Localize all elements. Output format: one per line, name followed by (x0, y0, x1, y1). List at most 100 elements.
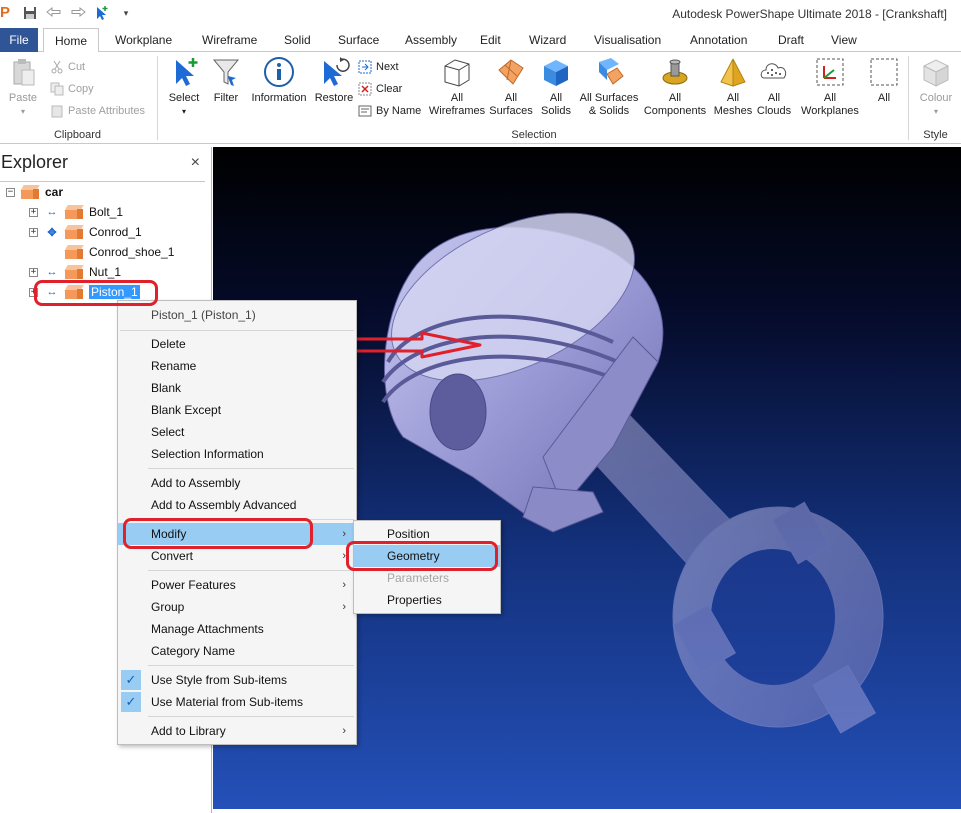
menu-item-label: Power Features (151, 578, 236, 592)
ribbon: Paste ▾ Cut Copy Paste Attributes Clipbo… (0, 52, 961, 144)
tab-wizard[interactable]: Wizard (519, 28, 576, 52)
expand-icon[interactable]: + (29, 207, 38, 217)
assembly-cube-icon (20, 185, 40, 199)
title-bar: P ▾ Autodesk PowerShape Ultimate 2018 - … (0, 0, 961, 28)
all-solids-label-1: All (549, 92, 563, 104)
all-components-button[interactable]: All Components (640, 56, 710, 118)
all-wireframes-label-1: All (450, 92, 464, 104)
workplane-icon (814, 56, 846, 88)
tree-item-conrod-shoe[interactable]: Conrod_shoe_1 (64, 242, 174, 262)
all-button[interactable]: All (866, 56, 902, 105)
all-meshes-button[interactable]: All Meshes (711, 56, 755, 118)
all-surfaces-solids-button[interactable]: All Surfaces & Solids (576, 56, 642, 118)
component-icon (659, 56, 691, 88)
customize-qat-icon[interactable]: ▾ (118, 5, 134, 21)
information-label: Information (251, 92, 307, 104)
divider (148, 665, 354, 666)
menu-item-blank-except[interactable]: Blank Except (118, 399, 356, 421)
menu-item-add-to-library[interactable]: Add to Library › (118, 720, 356, 742)
paste-dropdown-icon[interactable]: ▾ (4, 105, 42, 118)
select-label: Select (168, 92, 200, 104)
next-button[interactable]: Next (358, 58, 399, 76)
information-button[interactable]: Information (248, 56, 310, 105)
menu-item-delete[interactable]: Delete (118, 333, 356, 355)
menu-item-use-style-from-sub-items[interactable]: ✓ Use Style from Sub-items (118, 669, 356, 691)
tab-home[interactable]: Home (43, 28, 99, 53)
menu-item-label: Convert (151, 549, 194, 563)
tree-item-nut[interactable]: + ↔ Nut_1 (29, 262, 121, 282)
all-wireframes-button[interactable]: All Wireframes (426, 56, 488, 118)
quick-access-toolbar: P ▾ (0, 3, 134, 23)
all-surfaces-button[interactable]: All Surfaces (486, 56, 536, 118)
undo-icon[interactable] (46, 5, 62, 21)
submenu-item-properties[interactable]: Properties (354, 589, 500, 611)
tab-annotation[interactable]: Annotation (680, 28, 757, 52)
menu-item-power-features[interactable]: Power Features › (118, 574, 356, 596)
tab-solid[interactable]: Solid (274, 28, 321, 52)
tab-wireframe[interactable]: Wireframe (192, 28, 267, 52)
submenu-arrow-icon: › (342, 725, 346, 737)
submenu-arrow-icon: › (342, 579, 346, 591)
all-solids-button[interactable]: All Solids (536, 56, 576, 118)
tab-view[interactable]: View (821, 28, 867, 52)
menu-item-select[interactable]: Select (118, 421, 356, 443)
filter-button[interactable]: Filter (208, 56, 244, 105)
clear-button[interactable]: Clear (358, 80, 402, 98)
tree-item-root[interactable]: − car (6, 182, 63, 202)
copy-button[interactable]: Copy (50, 80, 94, 98)
link-arrows-icon: ↔ (46, 206, 58, 218)
all-surfaces-solids-label-1: All Surfaces (579, 92, 639, 104)
tab-surface[interactable]: Surface (328, 28, 389, 52)
clipboard-group: Paste ▾ Cut Copy Paste Attributes Clipbo… (0, 52, 155, 144)
redo-icon[interactable] (70, 5, 86, 21)
select-cursor-icon (168, 56, 200, 88)
tab-draft[interactable]: Draft (768, 28, 814, 52)
all-clouds-button[interactable]: All Clouds (754, 56, 794, 118)
paste-attributes-label: Paste Attributes (68, 105, 146, 117)
information-icon (263, 56, 295, 88)
by-name-button[interactable]: By Name (358, 102, 421, 120)
tree-item-label: Nut_1 (89, 265, 122, 279)
tab-visualisation[interactable]: Visualisation (584, 28, 671, 52)
menu-item-rename[interactable]: Rename (118, 355, 356, 377)
tree-item-bolt[interactable]: + ↔ Bolt_1 (29, 202, 123, 222)
tree-item-conrod[interactable]: + ✥ Conrod_1 (29, 222, 142, 242)
menu-item-category-name[interactable]: Category Name (118, 640, 356, 662)
select-dropdown-icon[interactable]: ▾ (164, 105, 204, 118)
paste-attributes-button[interactable]: Paste Attributes (50, 102, 145, 120)
all-workplanes-button[interactable]: All Workplanes (794, 56, 866, 118)
collapse-icon[interactable]: − (6, 187, 15, 197)
explorer-header: Explorer × (0, 152, 212, 178)
select-button[interactable]: Select ▾ (164, 56, 204, 118)
save-icon[interactable] (22, 5, 38, 21)
menu-item-group[interactable]: Group › (118, 596, 356, 618)
menu-item-add-to-assembly-advanced[interactable]: Add to Assembly Advanced (118, 494, 356, 516)
restore-button[interactable]: Restore (312, 56, 356, 105)
tab-assembly[interactable]: Assembly (395, 28, 467, 52)
colour-button[interactable]: Colour ▾ (914, 56, 958, 118)
menu-item-manage-attachments[interactable]: Manage Attachments (118, 618, 356, 640)
tab-file[interactable]: File (0, 28, 38, 52)
close-icon[interactable]: × (191, 154, 200, 172)
menu-item-selection-information[interactable]: Selection Information (118, 443, 356, 465)
menu-item-use-material-from-sub-items[interactable]: ✓ Use Material from Sub-items (118, 691, 356, 713)
colour-dropdown-icon[interactable]: ▾ (914, 105, 958, 118)
next-icon (358, 60, 372, 74)
expand-icon[interactable]: + (29, 227, 38, 237)
paste-button[interactable]: Paste ▾ (4, 56, 42, 118)
tab-workplane[interactable]: Workplane (105, 28, 182, 52)
filter-icon (210, 56, 242, 88)
clear-icon (358, 82, 372, 96)
cut-button[interactable]: Cut (50, 58, 85, 76)
menu-item-blank[interactable]: Blank (118, 377, 356, 399)
select-cursor-icon[interactable] (94, 5, 110, 21)
tab-edit[interactable]: Edit (470, 28, 511, 52)
menu-item-add-to-assembly[interactable]: Add to Assembly (118, 472, 356, 494)
restore-label: Restore (314, 92, 354, 104)
paste-label: Paste (8, 92, 38, 104)
by-name-label: By Name (376, 105, 422, 117)
component-cube-icon (64, 265, 84, 279)
component-cube-icon (64, 245, 84, 259)
expand-icon[interactable]: + (29, 267, 38, 277)
all-workplanes-label-1: All (823, 92, 837, 104)
